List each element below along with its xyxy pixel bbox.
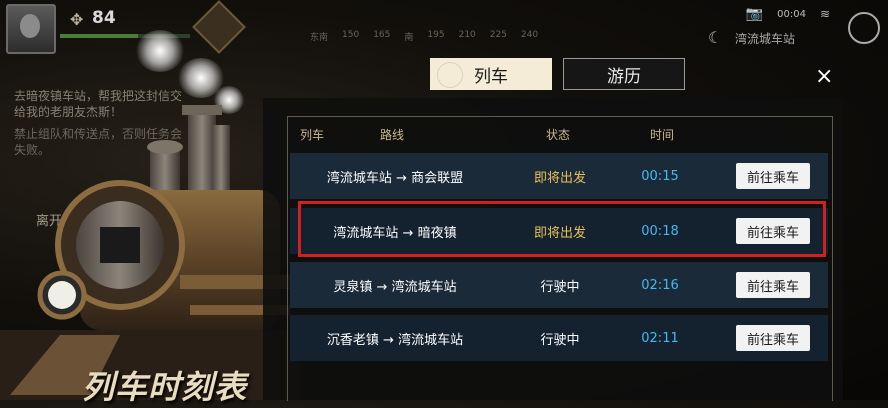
- table-row: 沉香老镇 → 湾流城车站 行驶中 02:11 前往乘车: [290, 315, 828, 361]
- header-status: 状态: [546, 128, 571, 142]
- tab-travel[interactable]: 游历: [563, 58, 685, 90]
- time-cell: 02:11: [641, 330, 679, 346]
- time-cell: 02:16: [641, 277, 679, 293]
- smoke-puff: [136, 30, 184, 72]
- camera-icon[interactable]: 📷: [746, 6, 763, 22]
- tab-train[interactable]: 列车: [430, 58, 552, 90]
- route-cell: 灵泉镇 → 湾流城车站: [333, 279, 457, 295]
- player-avatar[interactable]: [6, 4, 56, 54]
- crosshair-icon: ✥: [70, 10, 84, 29]
- banner-title: 列车时刻表: [82, 368, 248, 406]
- current-location: 湾流城车站: [735, 32, 796, 46]
- header-train: 列车: [300, 128, 325, 142]
- compass-mark: 210: [458, 30, 476, 40]
- wifi-icon: ≋: [819, 7, 830, 21]
- header-route: 路线: [380, 128, 405, 142]
- compass-mark: 东南: [310, 33, 329, 43]
- status-cell: 行驶中: [540, 332, 580, 348]
- selected-row-highlight: [298, 201, 826, 257]
- compass-mark: 195: [427, 30, 445, 40]
- status-cell: 即将出发: [533, 170, 586, 186]
- compass-mark: 240: [520, 30, 539, 40]
- route-cell: 湾流城车站 → 商会联盟: [326, 170, 464, 186]
- header-time: 时间: [650, 128, 675, 142]
- locomotive-illustration: [0, 105, 300, 400]
- route-cell: 沉香老镇 → 湾流城车站: [326, 332, 464, 348]
- board-train-button[interactable]: 前往乘车: [736, 325, 810, 351]
- close-icon[interactable]: ×: [815, 66, 833, 88]
- compass-mark: 南: [404, 33, 414, 43]
- compass-bar: 东南 150 165 南 195 210 225 240: [310, 30, 580, 43]
- moon-icon: ☾: [708, 28, 723, 47]
- table-row: 灵泉镇 → 湾流城车站 行驶中 02:16 前往乘车: [290, 262, 828, 308]
- board-train-button[interactable]: 前往乘车: [736, 272, 810, 298]
- clock: 00:04: [777, 8, 806, 20]
- compass-mark: 150: [342, 30, 360, 40]
- compass-ring-icon[interactable]: [848, 12, 880, 44]
- table-row: 湾流城车站 → 商会联盟 即将出发 00:15 前往乘车: [290, 153, 828, 199]
- compass-mark: 165: [373, 30, 391, 40]
- player-level: 84: [92, 8, 116, 28]
- compass-mark: 225: [489, 30, 507, 40]
- board-train-button[interactable]: 前往乘车: [736, 163, 810, 189]
- status-cell: 行驶中: [540, 279, 580, 295]
- time-cell: 00:15: [641, 168, 679, 184]
